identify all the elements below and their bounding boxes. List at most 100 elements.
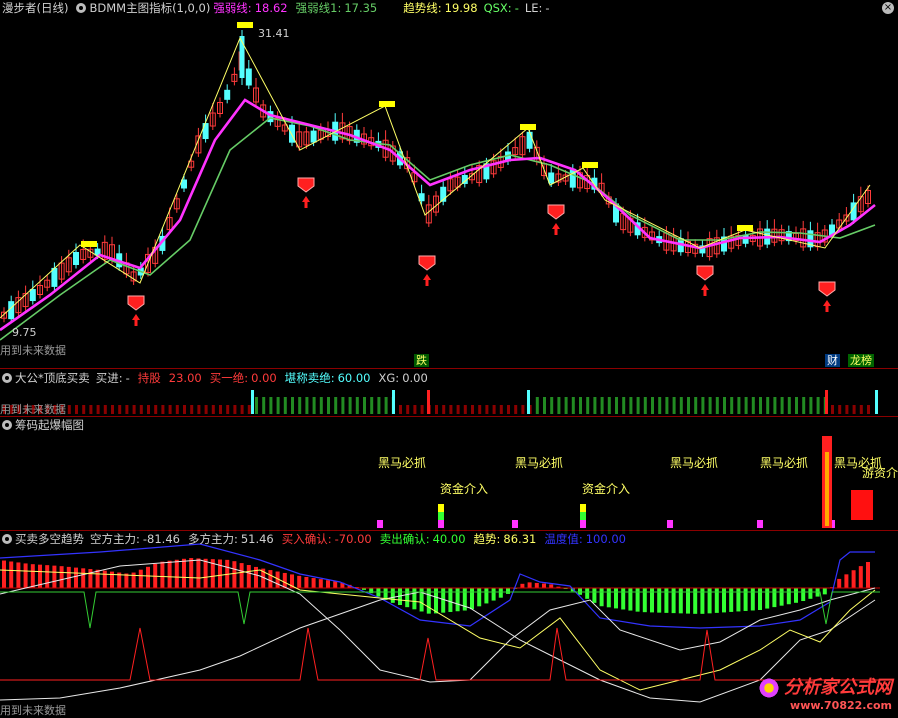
hold-value: 23.00 — [168, 371, 202, 385]
chip-marker — [438, 520, 444, 528]
top-marker — [81, 241, 97, 247]
signal-bar — [233, 405, 237, 414]
trend-bar — [606, 588, 611, 608]
close-icon[interactable]: × — [882, 2, 894, 14]
signal-bar — [622, 397, 626, 414]
buy-label: 买进: — [95, 371, 123, 385]
signal-bar — [679, 397, 683, 414]
signal-bar — [809, 397, 813, 414]
signal-bar — [485, 405, 489, 414]
chip-marker — [667, 520, 673, 528]
signal-bar — [665, 397, 669, 414]
trend-bar — [203, 558, 208, 588]
heima-label: 黑马必抓 — [760, 456, 809, 470]
main-chart-canvas[interactable] — [0, 0, 898, 368]
signal-bar — [730, 397, 734, 414]
signal-bar — [607, 397, 611, 414]
future-data-note: 用到未来数据 — [0, 704, 66, 717]
youzi-label: 游资介入 — [862, 466, 898, 480]
signal-bar — [773, 397, 777, 414]
candle-body — [51, 267, 58, 287]
signal-bar — [82, 405, 86, 414]
signal-bar — [147, 405, 150, 414]
signal-bar — [334, 397, 338, 414]
trend-bar — [844, 574, 849, 588]
stock-name[interactable]: 漫步者(日线) — [2, 0, 68, 16]
trend-bar — [772, 588, 777, 608]
signal-bar — [399, 405, 402, 414]
trend-bar — [750, 588, 755, 611]
signal-spike — [427, 390, 430, 414]
signal-bar — [593, 397, 597, 414]
signal-bar — [420, 405, 424, 414]
settings-icon[interactable] — [2, 534, 12, 544]
qsx-value: - — [514, 1, 519, 15]
signal-bar — [701, 397, 705, 414]
signal-bar — [838, 405, 842, 414]
signal-bar — [211, 405, 215, 414]
indicator-name[interactable]: BDMM主图指标(1,0,0) — [89, 0, 210, 16]
chip-canvas[interactable] — [0, 416, 898, 530]
trend-bar — [282, 572, 287, 588]
signal-bar — [370, 397, 374, 414]
signal-bar — [471, 405, 474, 414]
future-data-note: 用到未来数据 — [0, 403, 66, 416]
signal-bar — [751, 397, 755, 414]
signal-bar — [737, 397, 741, 414]
trend-bar — [794, 588, 798, 603]
trend-bar — [138, 569, 143, 588]
candle-body — [526, 131, 533, 149]
trend-bar — [599, 588, 604, 607]
signal-bar — [226, 405, 230, 414]
flower-logo-icon — [758, 677, 780, 699]
buy-gem-icon — [418, 255, 436, 271]
trend-bar — [304, 576, 309, 588]
trend-bar — [167, 560, 172, 588]
candle-body — [29, 289, 36, 302]
trend-bar — [30, 564, 35, 588]
chip-panel: 筹码起爆幅图 黑马必抓 黑马必抓 黑马必抓 黑马必抓 黑马必抓 资金介入 资金介… — [0, 416, 898, 530]
signal-bar — [75, 405, 78, 414]
settings-icon[interactable] — [2, 373, 12, 383]
candle-body — [73, 252, 79, 265]
trend-bar — [174, 559, 179, 588]
signal-bar — [816, 397, 820, 414]
trend-bar — [239, 563, 244, 588]
trend-bar — [311, 578, 316, 588]
trend-bar — [851, 570, 856, 588]
signal-bar — [802, 397, 806, 414]
candle-body — [310, 130, 317, 143]
signal-bar — [780, 397, 784, 414]
signal-bar — [643, 397, 647, 414]
signal-bar — [629, 397, 633, 414]
signal-bar — [521, 405, 525, 414]
trend-bar — [268, 570, 273, 588]
signal-bar — [564, 397, 568, 414]
panel2-title[interactable]: 大公*顶底买卖 — [15, 370, 90, 386]
buy-arrow-icon — [423, 274, 431, 286]
qsx-label: QSX: — [483, 1, 512, 15]
short-value: -81.46 — [142, 532, 180, 546]
signal-bar — [175, 405, 179, 414]
settings-icon[interactable] — [76, 3, 87, 13]
signal-spike — [875, 390, 878, 414]
panel3-title[interactable]: 筹码起爆幅图 — [15, 417, 84, 433]
trend-bar — [88, 569, 93, 588]
trend-bar — [160, 561, 165, 588]
signal-bar — [859, 405, 863, 414]
panel4-title[interactable]: 买卖多空趋势 — [15, 531, 84, 547]
settings-icon[interactable] — [2, 420, 12, 430]
signal-bar — [327, 397, 330, 414]
signal-bar — [406, 405, 410, 414]
buy1-label: 买一绝: — [209, 371, 249, 385]
trend-panel: 买卖多空趋势 空方主力: -81.46 多方主力: 51.46 买入确认: -7… — [0, 530, 898, 718]
trend-line-value: 19.98 — [444, 1, 478, 15]
signal-bar — [348, 397, 352, 414]
signal-bar — [118, 405, 122, 414]
strong-line1-value: 17.35 — [344, 1, 378, 15]
watermark-name: 分析家公式网 — [784, 676, 892, 698]
trend-value: 86.31 — [503, 532, 537, 546]
buy-gem-icon — [297, 177, 315, 193]
long-force-line — [0, 559, 876, 683]
signal-bar — [89, 405, 93, 414]
